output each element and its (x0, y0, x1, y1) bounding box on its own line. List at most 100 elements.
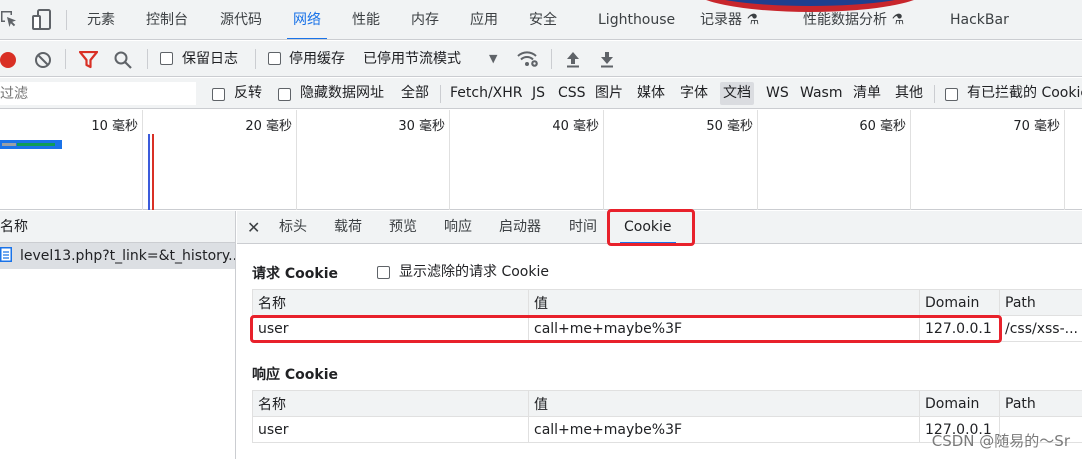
record-icon[interactable] (0, 52, 16, 68)
column-header-path[interactable]: Path (999, 289, 1082, 316)
cookie-value: call+me+maybe%3F (528, 416, 920, 443)
clear-icon[interactable] (34, 51, 52, 69)
hide-data-urls-label: 隐藏数据网址 (300, 85, 384, 101)
inspect-element-icon[interactable] (0, 10, 18, 28)
cookie-name: user (252, 416, 529, 443)
filter-input[interactable] (0, 82, 196, 105)
tab-lighthouse[interactable]: Lighthouse (598, 0, 675, 39)
overview-gridline (449, 110, 450, 210)
overview-tick-label: 60 毫秒 (859, 119, 906, 134)
device-toolbar-icon[interactable] (32, 9, 52, 31)
preserve-log-checkbox-box[interactable] (160, 51, 173, 65)
tab-performance[interactable]: 性能 (352, 0, 380, 39)
request-row[interactable]: level13.php?t_link=&t_history... (0, 243, 235, 269)
chevron-down-icon[interactable]: ▼ (489, 41, 497, 76)
overview-tick-label: 50 毫秒 (706, 119, 753, 134)
tab-recorder[interactable]: 记录器 ⚗ (700, 0, 759, 39)
overview-gridline (142, 110, 143, 210)
invert-checkbox-box[interactable] (212, 87, 225, 101)
tab-network[interactable]: 网络 (287, 0, 327, 39)
invert-label: 反转 (234, 85, 262, 101)
filter-type-other[interactable]: 其他 (892, 82, 926, 105)
filter-type-wasm[interactable]: Wasm (797, 82, 845, 105)
overview-tick-label: 30 毫秒 (398, 119, 445, 134)
blocked-cookies-checkbox[interactable] (945, 86, 958, 102)
network-overview-timeline[interactable]: 10 毫秒 20 毫秒 30 毫秒 40 毫秒 50 毫秒 60 毫秒 70 毫… (0, 110, 1082, 210)
hide-data-urls-checkbox-box[interactable] (278, 87, 291, 101)
load-event-line (152, 134, 154, 210)
tab-initiator[interactable]: 启动器 (499, 211, 541, 244)
show-filtered-cookies-label: 显示滤除的请求 Cookie (399, 264, 549, 280)
overview-tick-label: 70 毫秒 (1013, 119, 1060, 134)
close-icon[interactable]: ✕ (247, 211, 260, 244)
filter-type-ws[interactable]: WS (763, 82, 792, 105)
document-icon (0, 245, 12, 262)
cookie-path: /css/xss-... (999, 315, 1082, 342)
tab-headers[interactable]: 标头 (279, 211, 307, 244)
overview-gridline (603, 110, 604, 210)
cookie-tab-highlight (607, 209, 695, 246)
request-url: level13.php?t_link=&t_history... (20, 248, 235, 264)
network-conditions-icon[interactable] (517, 50, 539, 68)
column-header-name[interactable]: 名称 (252, 289, 529, 316)
hide-data-urls-checkbox[interactable] (278, 86, 291, 102)
filter-type-js[interactable]: JS (529, 82, 548, 105)
blocked-cookies-label: 有已拦截的 Cookie (967, 85, 1082, 101)
cookie-row-highlight (250, 315, 1002, 343)
column-header-path[interactable]: Path (999, 390, 1082, 417)
tab-elements[interactable]: 元素 (87, 0, 115, 39)
disable-cache-checkbox-box[interactable] (268, 51, 281, 65)
tab-memory[interactable]: 内存 (411, 0, 439, 39)
import-har-icon[interactable] (566, 51, 580, 68)
column-header-value[interactable]: 值 (528, 289, 920, 316)
tab-security[interactable]: 安全 (529, 0, 557, 39)
request-timing-bar (0, 140, 62, 149)
tab-sources[interactable]: 源代码 (220, 0, 262, 39)
filter-type-css[interactable]: CSS (555, 82, 589, 105)
disable-cache-label: 停用缓存 (289, 51, 345, 67)
tab-hackbar[interactable]: HackBar (950, 0, 1009, 39)
filter-type-img[interactable]: 图片 (592, 82, 626, 105)
tab-performance-insights[interactable]: 性能数据分析 ⚗ (803, 0, 904, 39)
filter-type-media[interactable]: 媒体 (634, 82, 668, 105)
show-filtered-cookies-checkbox-box[interactable] (377, 265, 390, 279)
tab-preview[interactable]: 预览 (389, 211, 417, 244)
overview-gridline (1064, 110, 1065, 210)
name-column-header[interactable]: 名称 (0, 211, 235, 243)
filter-type-all[interactable]: 全部 (398, 82, 432, 105)
filter-type-font[interactable]: 字体 (677, 82, 711, 105)
preserve-log-checkbox[interactable] (160, 50, 173, 66)
watermark: CSDN @随易的～Sr (931, 432, 1070, 450)
throttling-select[interactable]: 已停用节流模式 (363, 41, 461, 76)
filter-type-fetch-xhr[interactable]: Fetch/XHR (447, 82, 526, 105)
overview-tick-label: 40 毫秒 (552, 119, 599, 134)
invert-checkbox[interactable] (212, 86, 225, 102)
tab-response[interactable]: 响应 (444, 211, 472, 244)
overview-tick-label: 20 毫秒 (245, 119, 292, 134)
disable-cache-checkbox[interactable] (268, 50, 281, 66)
search-icon[interactable] (114, 51, 132, 69)
overview-gridline (910, 110, 911, 210)
column-header-domain[interactable]: Domain (919, 289, 1000, 316)
filter-type-manifest[interactable]: 清单 (850, 82, 884, 105)
dom-content-loaded-line (148, 134, 150, 210)
devtools-panel-tabs: 元素 控制台 源代码 网络 性能 内存 应用 安全 Lighthouse 记录器… (0, 0, 1082, 40)
overview-gridline (296, 110, 297, 210)
filter-type-doc[interactable]: 文档 (720, 82, 754, 105)
column-header-name[interactable]: 名称 (252, 390, 529, 417)
request-list: 名称 level13.php?t_link=&t_history... (0, 211, 236, 459)
filter-icon[interactable] (78, 50, 99, 69)
tab-application[interactable]: 应用 (470, 0, 498, 39)
export-har-icon[interactable] (600, 51, 614, 68)
show-filtered-cookies-checkbox[interactable] (377, 264, 390, 280)
tab-console[interactable]: 控制台 (146, 0, 188, 39)
request-cookies-title: 请求 Cookie (252, 266, 338, 282)
tab-timing[interactable]: 时间 (569, 211, 597, 244)
tab-payload[interactable]: 载荷 (334, 211, 362, 244)
network-toolbar: 保留日志 停用缓存 已停用节流模式 ▼ (0, 41, 1082, 77)
column-header-domain[interactable]: Domain (919, 390, 1000, 417)
request-detail-panel: ✕ 标头 载荷 预览 响应 启动器 时间 Cookie 请求 Cookie 显示… (237, 209, 1082, 459)
blocked-cookies-checkbox-box[interactable] (945, 87, 958, 101)
column-header-value[interactable]: 值 (528, 390, 920, 417)
table-header-row: 名称 值 Domain Path (252, 289, 1082, 316)
